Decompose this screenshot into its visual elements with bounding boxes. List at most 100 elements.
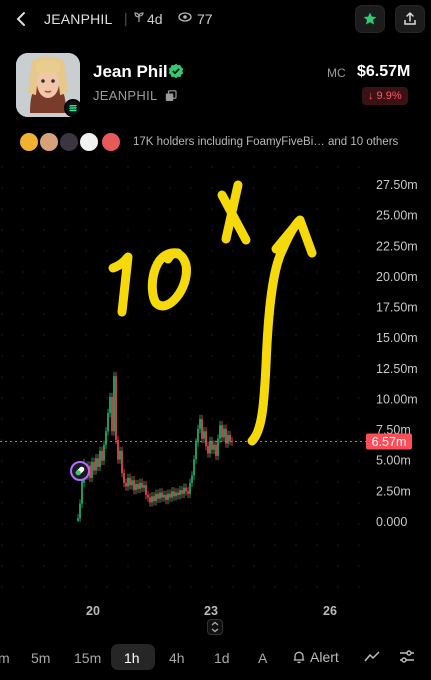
timeframe-15m[interactable]: 15m bbox=[74, 650, 101, 666]
candle-body bbox=[121, 450, 123, 473]
holder-avatar bbox=[18, 131, 40, 153]
y-tick-label: 5.00m bbox=[376, 454, 411, 468]
candle-body bbox=[167, 493, 169, 500]
candle-body bbox=[217, 438, 219, 456]
candle-body bbox=[93, 461, 95, 471]
candle-body bbox=[77, 518, 79, 521]
candle-body bbox=[111, 397, 113, 432]
candle-body bbox=[213, 444, 215, 450]
candle-body bbox=[153, 496, 155, 502]
back-button[interactable] bbox=[12, 9, 32, 29]
candle-body bbox=[141, 482, 143, 488]
timeframe-4h[interactable]: 4h bbox=[169, 650, 185, 666]
y-axis: 27.50m 25.00m 22.50m 20.00m 17.50m 15.00m 12.5… bbox=[376, 178, 418, 529]
candle-body bbox=[159, 492, 161, 499]
candle-body bbox=[181, 490, 183, 494]
holder-avatar bbox=[38, 131, 60, 153]
candle-body bbox=[139, 482, 141, 489]
candle-body bbox=[195, 442, 197, 460]
candle-body bbox=[171, 491, 173, 498]
chevron-updown-icon bbox=[211, 621, 219, 633]
token-symbol: JEANPHIL bbox=[93, 88, 158, 103]
candle-body bbox=[209, 441, 211, 454]
candle-body bbox=[119, 450, 121, 460]
sprout-icon bbox=[133, 11, 145, 26]
candle-body bbox=[137, 484, 139, 489]
candle-body bbox=[169, 493, 171, 498]
y-tick-label: 20.00m bbox=[376, 270, 418, 284]
price-chart[interactable]: 27.50m 25.00m 22.50m 20.00m 17.50m 15.00m 12.5… bbox=[0, 165, 431, 625]
timeframe-m[interactable]: m bbox=[0, 650, 10, 666]
candle-body bbox=[107, 412, 109, 432]
x-tick-label: 26 bbox=[323, 604, 337, 618]
timeframe-all[interactable]: A bbox=[258, 650, 267, 666]
y-tick-label: 15.00m bbox=[376, 331, 418, 345]
candle-body bbox=[211, 441, 213, 450]
candle-body bbox=[193, 459, 195, 476]
candle-body bbox=[151, 496, 153, 503]
candle-body bbox=[105, 431, 107, 445]
pill-marker-icon[interactable] bbox=[70, 461, 90, 481]
timeframe-5m[interactable]: 5m bbox=[31, 650, 50, 666]
candle-body bbox=[149, 497, 151, 503]
candle-body bbox=[163, 495, 165, 498]
holder-avatar bbox=[58, 131, 80, 153]
market-cap-value: $6.57M bbox=[357, 63, 411, 80]
candle-body bbox=[199, 419, 201, 429]
line-chart-icon[interactable] bbox=[363, 648, 381, 666]
candle-body bbox=[79, 503, 81, 519]
candle-body bbox=[187, 491, 189, 494]
candle-body bbox=[99, 450, 101, 467]
candle-body bbox=[101, 450, 103, 461]
token-age: 4d bbox=[147, 11, 163, 27]
x-tick-label: 23 bbox=[204, 604, 218, 618]
price-tag-label: 6.57m bbox=[372, 435, 407, 449]
expand-collapse-button[interactable] bbox=[207, 619, 223, 635]
candle-body bbox=[129, 477, 131, 486]
copy-icon[interactable] bbox=[165, 89, 177, 101]
holders-summary[interactable]: 17K holders including FoamyFiveBi… and 1… bbox=[133, 136, 398, 148]
bell-icon[interactable] bbox=[292, 650, 310, 668]
candle-body bbox=[117, 439, 119, 460]
candle-body bbox=[95, 458, 97, 471]
candle-body bbox=[145, 485, 147, 496]
separator: | bbox=[124, 10, 128, 26]
token-ticker: JEANPHIL bbox=[44, 11, 113, 27]
alert-button[interactable]: Alert bbox=[310, 649, 339, 665]
star-icon bbox=[363, 12, 377, 25]
chart-canvas[interactable]: 27.50m 25.00m 22.50m 20.00m 17.50m 15.00m 12.5… bbox=[0, 165, 431, 625]
timeframe-1h[interactable]: 1h bbox=[124, 650, 140, 666]
candle-body bbox=[205, 431, 207, 447]
candle-body bbox=[155, 493, 157, 502]
candle-body bbox=[177, 492, 179, 496]
eye-icon bbox=[178, 10, 192, 24]
view-count: 77 bbox=[197, 11, 213, 27]
candle-body bbox=[185, 487, 187, 492]
holder-avatars[interactable] bbox=[18, 131, 128, 153]
candle-body bbox=[231, 441, 233, 443]
chevron-left-icon bbox=[16, 12, 25, 26]
favorite-button[interactable] bbox=[355, 5, 385, 33]
candle-body bbox=[113, 376, 115, 432]
share-icon bbox=[404, 11, 416, 25]
price-change-badge: ↓ 9.9% bbox=[362, 87, 408, 105]
candle-body bbox=[147, 495, 149, 498]
timeframe-1d[interactable]: 1d bbox=[214, 650, 230, 666]
candle-body bbox=[175, 492, 177, 497]
candle-body bbox=[133, 480, 135, 491]
price-tag: 6.57m bbox=[366, 433, 412, 450]
candle-body bbox=[127, 477, 129, 487]
candle-body bbox=[197, 428, 199, 443]
candle-body bbox=[135, 484, 137, 491]
candle-body bbox=[81, 479, 83, 504]
candle-body bbox=[157, 493, 159, 499]
candle-body bbox=[115, 376, 117, 440]
share-button[interactable] bbox=[395, 5, 425, 33]
candle-body bbox=[173, 491, 175, 497]
y-tick-label: 27.50m bbox=[376, 178, 418, 192]
verified-icon bbox=[168, 63, 184, 79]
candle-body bbox=[131, 480, 133, 486]
candle-body bbox=[227, 434, 229, 444]
settings-sliders-icon[interactable] bbox=[398, 648, 416, 666]
holder-avatar bbox=[100, 131, 122, 153]
